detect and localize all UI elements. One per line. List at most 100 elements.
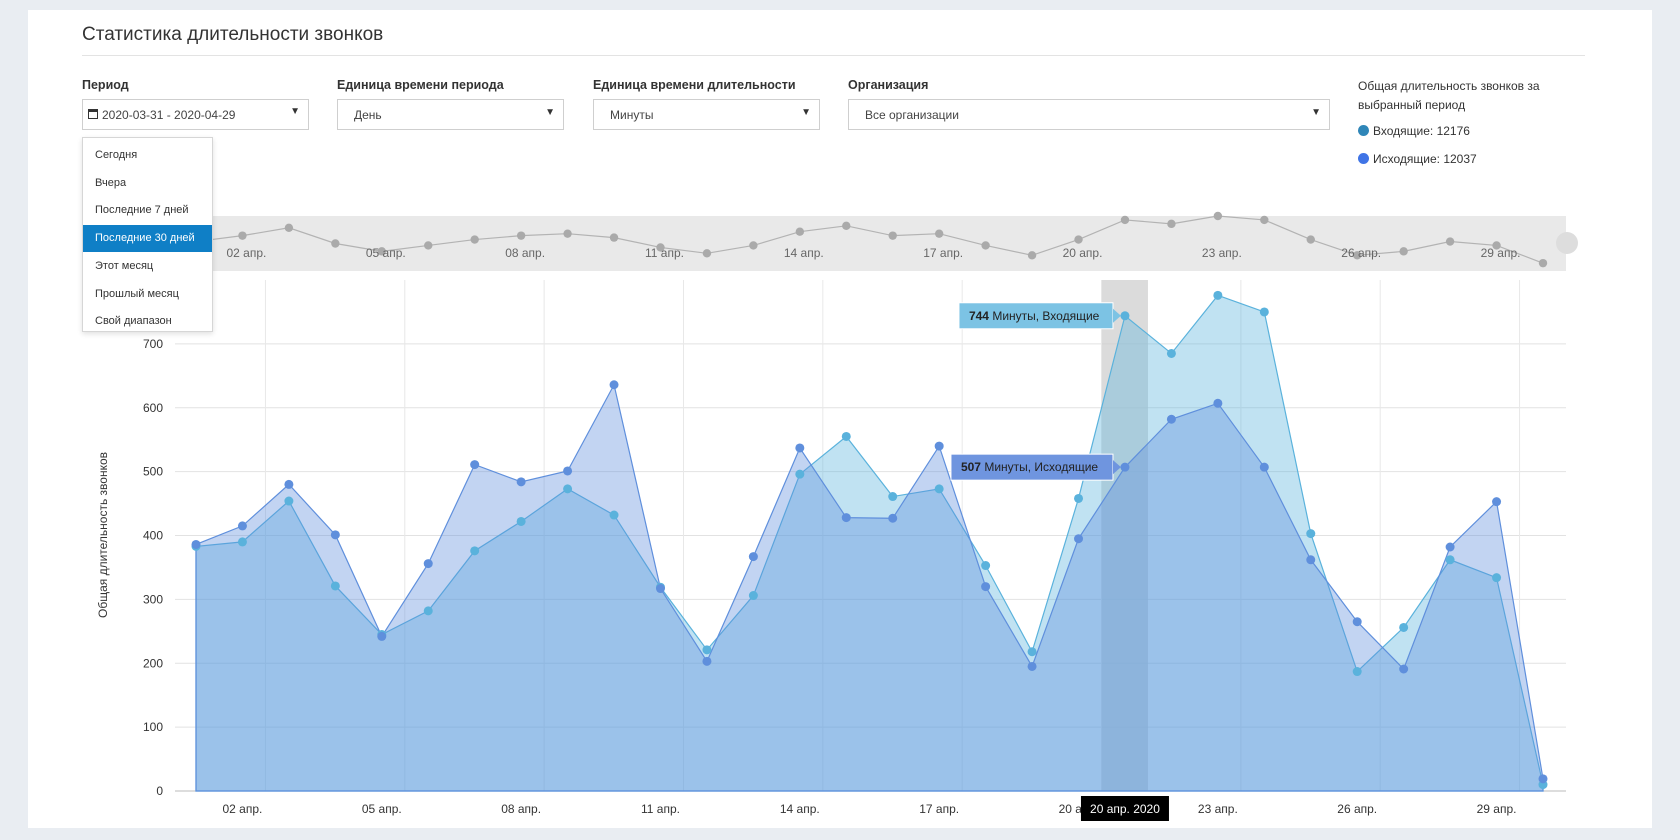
x-tick-label: 14 апр. <box>780 802 820 816</box>
incoming-tooltip-label: Минуты, Входящие <box>989 309 1100 323</box>
y-tick-label: 100 <box>143 720 163 734</box>
incoming-point <box>609 510 619 520</box>
navigator-point <box>284 223 294 232</box>
navigator-tick-label: 11 апр. <box>645 246 684 260</box>
incoming-point <box>1120 311 1130 321</box>
outgoing-point <box>423 559 433 569</box>
incoming-point <box>981 561 991 571</box>
outgoing-point <box>516 477 526 487</box>
navigator-point <box>424 241 433 250</box>
navigator-point <box>563 229 572 238</box>
navigator-handle-icon <box>1556 232 1578 254</box>
incoming-point <box>330 581 340 591</box>
outgoing-point <box>1538 774 1548 784</box>
outgoing-point <box>1213 398 1223 408</box>
outgoing-tooltip: 507 Минуты, Исходящие <box>950 453 1121 481</box>
navigator-point <box>1306 235 1315 244</box>
outgoing-tooltip-text: 507 Минуты, Исходящие <box>961 460 1098 474</box>
period-option[interactable]: Последние 30 дней <box>83 225 212 253</box>
outgoing-point <box>191 539 201 549</box>
navigator-tick-label: 23 апр. <box>1202 246 1242 260</box>
outgoing-point <box>377 631 387 641</box>
outgoing-point <box>1166 414 1176 424</box>
x-tick-label: 23 апр. <box>1198 802 1238 816</box>
incoming-point <box>1445 555 1455 565</box>
outgoing-point <box>609 380 619 390</box>
incoming-point <box>1492 573 1502 583</box>
navigator-point <box>842 221 851 231</box>
x-crosshair-text: 20 апр. 2020 <box>1090 802 1160 816</box>
x-tick-label: 02 апр. <box>223 802 263 816</box>
incoming-point <box>1213 290 1223 300</box>
period-dropdown-menu: Сегодня Вчера Последние 7 дней Последние 30… <box>82 137 213 332</box>
incoming-point <box>1306 529 1316 539</box>
incoming-tooltip: 744 Минуты, Входящие <box>958 302 1121 330</box>
outgoing-point <box>655 584 665 594</box>
outgoing-point <box>981 582 991 592</box>
x-tick-label: 26 апр. <box>1337 802 1377 816</box>
outgoing-point <box>1399 664 1409 674</box>
navigator-tick-label: 20 апр. <box>1063 246 1103 260</box>
incoming-point <box>934 484 944 494</box>
navigator-tick-label: 29 апр. <box>1481 246 1521 260</box>
incoming-point <box>1074 493 1084 503</box>
period-option[interactable]: Этот месяц <box>83 253 212 280</box>
incoming-point <box>1352 667 1362 677</box>
y-tick-label: 300 <box>143 592 163 606</box>
period-option[interactable]: Прошлый месяц <box>83 281 212 308</box>
navigator-point <box>1074 235 1083 244</box>
x-tick-label: 11 апр. <box>641 802 680 816</box>
y-tick-label: 600 <box>143 401 163 415</box>
outgoing-point <box>1492 497 1502 507</box>
duration-chart[interactable]: 02 апр. 05 апр. 08 апр. 11 апр. 14 апр. 17 ап… <box>0 0 1680 840</box>
outgoing-point <box>1074 534 1084 544</box>
outgoing-tooltip-label: Минуты, Исходящие <box>981 460 1098 474</box>
incoming-point <box>1259 307 1269 317</box>
y-tick-label: 400 <box>143 529 163 543</box>
incoming-point <box>748 591 758 601</box>
x-crosshair-label: 20 апр. 2020 <box>1080 796 1169 821</box>
x-tick-label: 29 апр. <box>1477 802 1517 816</box>
outgoing-point <box>702 656 712 666</box>
outgoing-point <box>888 513 898 523</box>
x-tick-label: 08 апр. <box>501 802 541 816</box>
incoming-point <box>284 496 294 506</box>
outgoing-point <box>284 479 294 489</box>
outgoing-point <box>1027 661 1037 671</box>
navigator-point <box>934 229 944 238</box>
outgoing-area <box>195 383 1544 792</box>
navigator-tick-label: 14 апр. <box>784 246 824 260</box>
navigator-band <box>175 216 1566 271</box>
navigator-point <box>1538 258 1548 268</box>
incoming-point <box>1399 622 1409 632</box>
incoming-point <box>888 492 898 502</box>
navigator-point <box>888 231 897 240</box>
outgoing-point <box>1306 555 1316 565</box>
navigator-point <box>1445 237 1455 246</box>
outgoing-point <box>748 552 758 562</box>
outgoing-point <box>1259 462 1269 472</box>
period-option[interactable]: Сегодня <box>83 142 212 169</box>
incoming-point <box>516 516 526 526</box>
incoming-point <box>237 537 247 547</box>
navigator-point <box>795 227 805 236</box>
outgoing-point <box>795 443 805 453</box>
navigator-point <box>1120 215 1130 225</box>
navigator-point <box>1167 219 1176 229</box>
navigator-tick-label: 17 апр. <box>923 246 963 260</box>
navigator-point <box>470 235 479 244</box>
period-option[interactable]: Последние 7 дней <box>83 197 212 224</box>
incoming-point <box>702 645 712 655</box>
navigator-point <box>516 231 526 240</box>
navigator-point <box>702 249 712 258</box>
outgoing-point <box>1445 542 1455 552</box>
outgoing-point <box>330 530 340 540</box>
outgoing-point <box>563 466 573 476</box>
period-option[interactable]: Свой диапазон <box>83 308 212 335</box>
navigator-point <box>749 241 758 250</box>
incoming-point <box>563 484 573 494</box>
incoming-point <box>1166 348 1176 358</box>
incoming-tooltip-value: 744 <box>969 309 989 323</box>
navigator-tick-label: 02 апр. <box>227 246 267 260</box>
period-option[interactable]: Вчера <box>83 170 212 197</box>
